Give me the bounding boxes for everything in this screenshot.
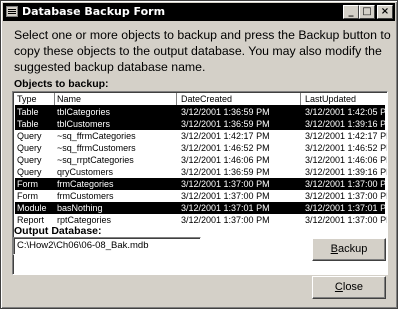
backup-form-window: Database Backup Form _ □ × Select one or… [0, 0, 398, 309]
cell-datecreated: 3/12/2001 1:36:59 PM [181, 107, 270, 117]
list-item[interactable]: Form frmCategories 3/12/2001 1:37:00 PM 3/1… [15, 178, 388, 190]
cell-type: Table [17, 119, 39, 129]
close-button-label: Close [334, 281, 364, 293]
objects-label: Objects to backup: [14, 78, 109, 90]
cell-lastupdated: 3/12/2001 1:39:16 PM [305, 167, 388, 177]
cell-datecreated: 3/12/2001 1:37:00 PM [181, 179, 270, 189]
cell-lastupdated: 3/12/2001 1:46:52 PM [305, 143, 388, 153]
cell-type: Query [17, 131, 42, 141]
cell-lastupdated: 3/12/2001 1:39:16 PM [305, 119, 388, 129]
cell-datecreated: 3/12/2001 1:36:59 PM [181, 119, 270, 129]
minimize-button[interactable]: _ [343, 5, 359, 19]
cell-lastupdated: 3/12/2001 1:42:05 PM [305, 107, 388, 117]
cell-type: Form [17, 191, 38, 201]
cell-datecreated: 3/12/2001 1:37:00 PM [181, 191, 270, 201]
column-header-datecreated: DateCreated [181, 93, 301, 105]
form-icon [6, 6, 18, 17]
cell-name: tblCategories [57, 107, 111, 117]
cell-name: basNothing [57, 203, 103, 213]
cell-datecreated: 3/12/2001 1:37:00 PM [181, 215, 270, 225]
list-item[interactable]: Query ~sq_rrptCategories 3/12/2001 1:46:06… [15, 154, 388, 166]
list-header: Type Name DateCreated LastUpdated [15, 93, 385, 106]
cell-datecreated: 3/12/2001 1:46:52 PM [181, 143, 270, 153]
cell-name: frmCustomers [57, 191, 114, 201]
column-header-type: Type [17, 93, 55, 105]
cell-datecreated: 3/12/2001 1:42:17 PM [181, 131, 270, 141]
output-database-label: Output Database: [14, 225, 102, 237]
cell-lastupdated: 3/12/2001 1:37:00 PM [305, 215, 388, 225]
list-item[interactable]: Module basNothing 3/12/2001 1:37:01 PM 3/12… [15, 202, 388, 214]
backup-button[interactable]: Backup [312, 238, 386, 261]
cell-type: Module [17, 203, 47, 213]
cell-type: Query [17, 167, 42, 177]
cell-type: Query [17, 155, 42, 165]
maximize-button[interactable]: □ [359, 5, 375, 19]
list-item[interactable]: Table tblCustomers 3/12/2001 1:36:59 PM 3/1… [15, 118, 388, 130]
cell-lastupdated: 3/12/2001 1:37:00 PM [305, 191, 388, 201]
window-title: Database Backup Form [22, 5, 166, 18]
column-header-name: Name [57, 93, 177, 105]
list-item[interactable]: Query ~sq_ffrmCustomers 3/12/2001 1:46:52 … [15, 142, 388, 154]
cell-lastupdated: 3/12/2001 1:46:06 PM [305, 155, 388, 165]
cell-name: ~sq_rrptCategories [57, 155, 134, 165]
cell-name: qryCustomers [57, 167, 114, 177]
cell-lastupdated: 3/12/2001 1:42:17 PM [305, 131, 388, 141]
cell-lastupdated: 3/12/2001 1:37:01 PM [305, 203, 388, 213]
output-database-field[interactable]: C:\How2\Ch06\06-08_Bak.mdb [13, 237, 201, 255]
cell-datecreated: 3/12/2001 1:37:01 PM [181, 203, 270, 213]
close-window-button[interactable]: × [377, 5, 393, 19]
list-item[interactable]: Table tblCategories 3/12/2001 1:36:59 PM 3/… [15, 106, 388, 118]
cell-name: tblCustomers [57, 119, 111, 129]
cell-datecreated: 3/12/2001 1:36:59 PM [181, 167, 270, 177]
column-header-lastupdated: LastUpdated [305, 94, 357, 104]
cell-name: ~sq_ffrmCategories [57, 131, 136, 141]
close-button[interactable]: Close [312, 276, 386, 299]
instructions-text: Select one or more objects to backup and… [14, 28, 391, 74]
list-item[interactable]: Query qryCustomers 3/12/2001 1:36:59 PM 3/1… [15, 166, 388, 178]
list-item[interactable]: Query ~sq_ffrmCategories 3/12/2001 1:42:17… [15, 130, 388, 142]
cell-type: Form [17, 179, 38, 189]
cell-name: ~sq_ffrmCustomers [57, 143, 136, 153]
cell-type: Table [17, 107, 39, 117]
cell-name: frmCategories [57, 179, 114, 189]
cell-type: Query [17, 143, 42, 153]
list-item[interactable]: Form frmCustomers 3/12/2001 1:37:00 PM 3/12… [15, 190, 388, 202]
cell-lastupdated: 3/12/2001 1:37:00 PM [305, 179, 388, 189]
cell-datecreated: 3/12/2001 1:46:06 PM [181, 155, 270, 165]
title-bar[interactable]: Database Backup Form _ □ × [3, 3, 395, 21]
backup-button-label: Backup [330, 243, 368, 255]
